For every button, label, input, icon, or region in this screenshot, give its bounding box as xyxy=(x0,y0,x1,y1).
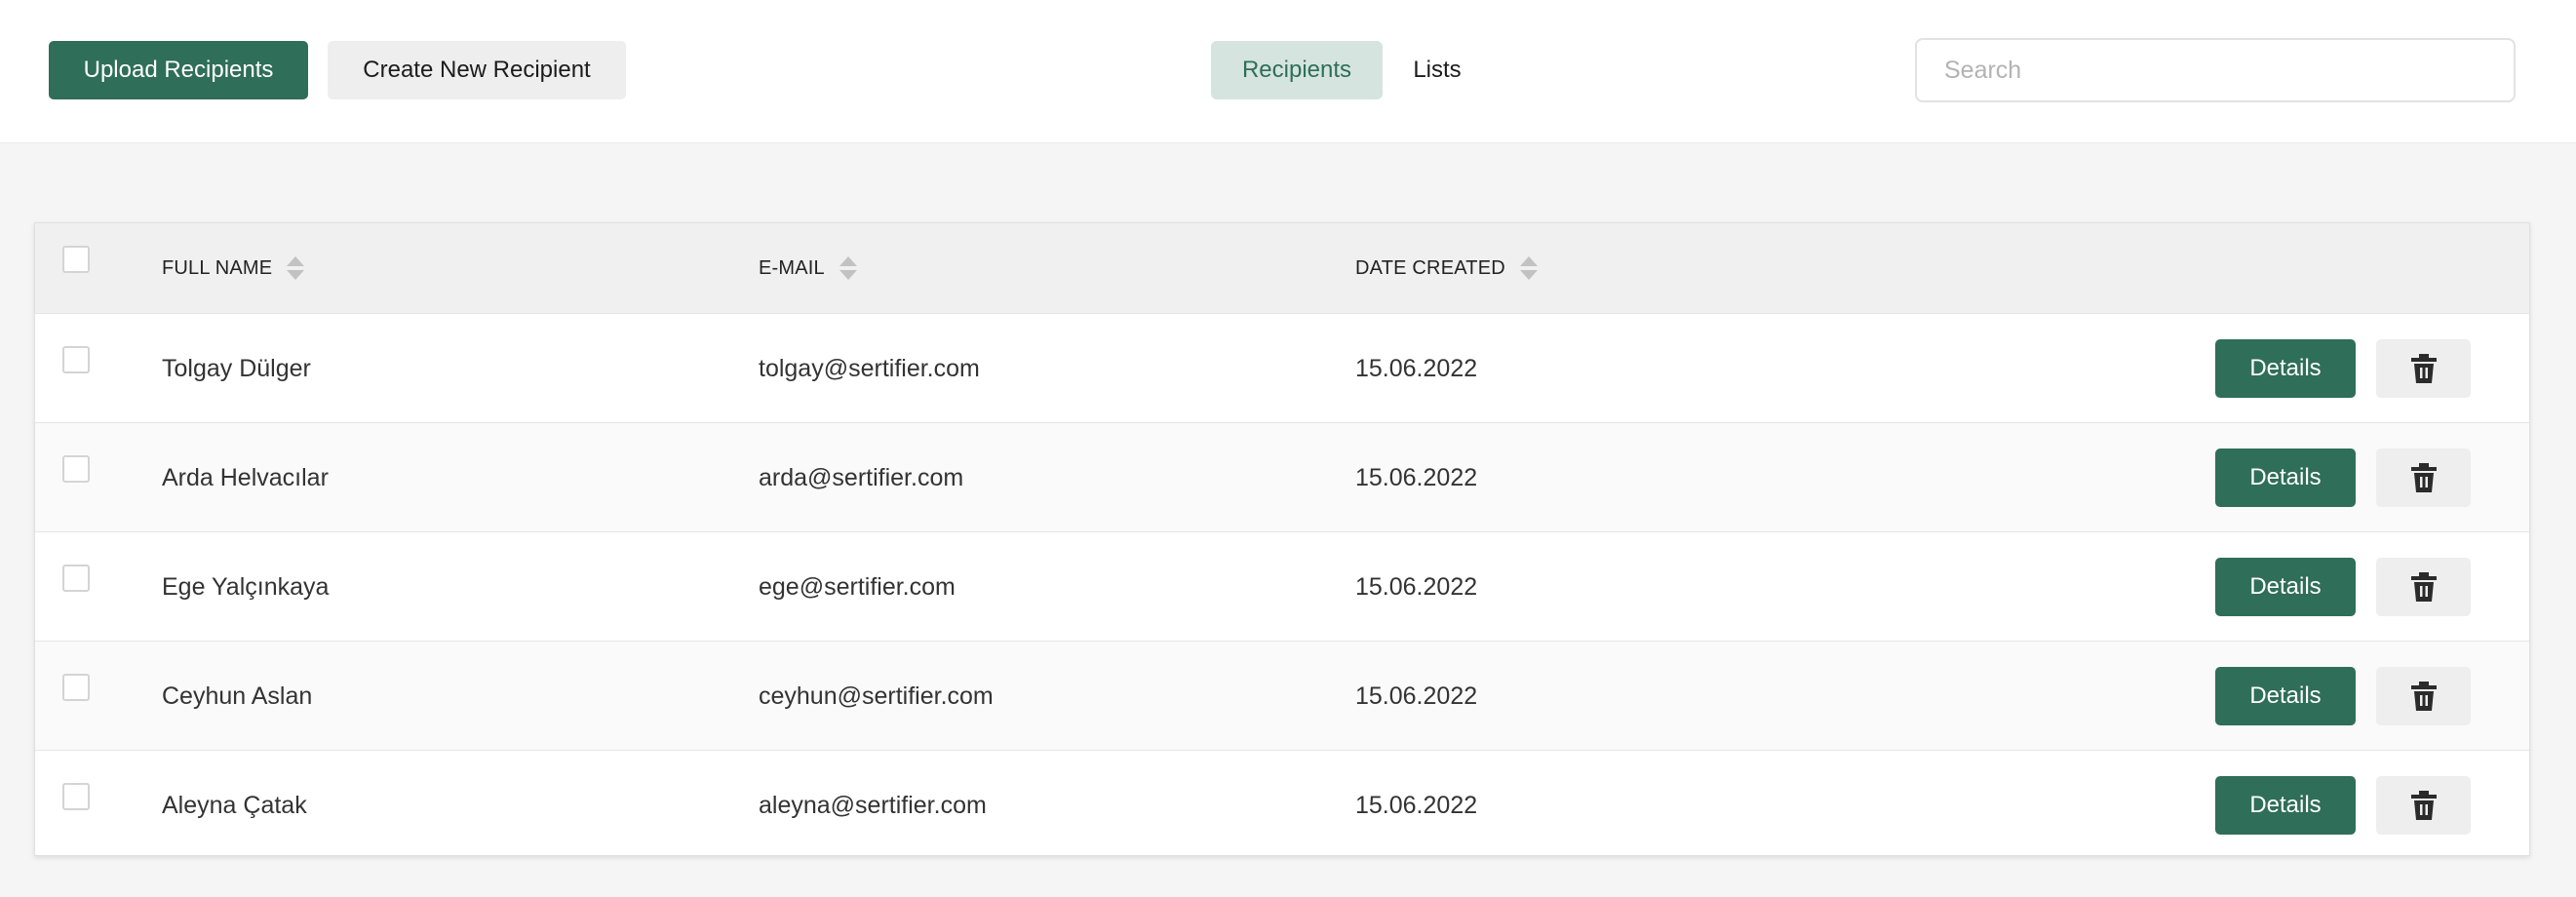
column-header-label: FULL NAME xyxy=(162,256,273,279)
recipient-name: Ceyhun Aslan xyxy=(162,682,313,710)
recipient-email: arda@sertifier.com xyxy=(759,463,964,491)
recipient-name: Arda Helvacılar xyxy=(162,463,329,491)
recipients-table: FULL NAME E-MAIL DATE CREATED Tolgay Dül… xyxy=(34,222,2530,856)
upload-recipients-button[interactable]: Upload Recipients xyxy=(49,41,308,99)
details-button[interactable]: Details xyxy=(2215,667,2356,725)
recipient-email: aleyna@sertifier.com xyxy=(759,791,987,819)
delete-button[interactable] xyxy=(2376,448,2471,507)
sort-icon[interactable] xyxy=(1519,254,1539,282)
column-header-label: DATE CREATED xyxy=(1355,256,1505,279)
sort-icon[interactable] xyxy=(839,254,858,282)
recipient-email: tolgay@sertifier.com xyxy=(759,354,980,382)
column-header-label: E-MAIL xyxy=(759,256,825,279)
details-button[interactable]: Details xyxy=(2215,339,2356,398)
recipient-name: Tolgay Dülger xyxy=(162,354,311,382)
create-new-recipient-button[interactable]: Create New Recipient xyxy=(328,41,626,99)
column-header-email[interactable]: E-MAIL xyxy=(759,223,858,313)
delete-button[interactable] xyxy=(2376,558,2471,616)
table-row: Ege Yalçınkaya ege@sertifier.com 15.06.2… xyxy=(35,531,2529,641)
recipient-date-created: 15.06.2022 xyxy=(1355,791,1478,819)
tab-recipients[interactable]: Recipients xyxy=(1211,41,1383,99)
row-checkbox[interactable] xyxy=(62,346,90,373)
trash-icon xyxy=(2410,463,2437,492)
delete-button[interactable] xyxy=(2376,339,2471,398)
row-checkbox[interactable] xyxy=(62,783,90,810)
details-button[interactable]: Details xyxy=(2215,776,2356,835)
column-header-date-created[interactable]: DATE CREATED xyxy=(1355,223,1539,313)
recipient-name: Aleyna Çatak xyxy=(162,791,307,819)
table-header: FULL NAME E-MAIL DATE CREATED xyxy=(35,223,2529,313)
recipient-date-created: 15.06.2022 xyxy=(1355,682,1478,710)
trash-icon xyxy=(2410,791,2437,820)
row-checkbox[interactable] xyxy=(62,674,90,701)
row-checkbox[interactable] xyxy=(62,455,90,483)
delete-button[interactable] xyxy=(2376,776,2471,835)
details-button[interactable]: Details xyxy=(2215,448,2356,507)
trash-icon xyxy=(2410,682,2437,711)
sort-icon[interactable] xyxy=(286,254,305,282)
recipient-date-created: 15.06.2022 xyxy=(1355,354,1478,382)
table-row: Ceyhun Aslan ceyhun@sertifier.com 15.06.… xyxy=(35,641,2529,750)
delete-button[interactable] xyxy=(2376,667,2471,725)
recipient-date-created: 15.06.2022 xyxy=(1355,572,1478,601)
column-header-full-name[interactable]: FULL NAME xyxy=(162,223,305,313)
table-row: Arda Helvacılar arda@sertifier.com 15.06… xyxy=(35,422,2529,531)
recipient-date-created: 15.06.2022 xyxy=(1355,463,1478,491)
recipient-name: Ege Yalçınkaya xyxy=(162,572,330,601)
trash-icon xyxy=(2410,572,2437,602)
top-toolbar: Upload Recipients Create New Recipient R… xyxy=(0,0,2576,143)
select-all-checkbox[interactable] xyxy=(62,246,90,273)
table-row: Aleyna Çatak aleyna@sertifier.com 15.06.… xyxy=(35,750,2529,857)
tab-lists[interactable]: Lists xyxy=(1396,41,1478,99)
row-checkbox[interactable] xyxy=(62,565,90,592)
details-button[interactable]: Details xyxy=(2215,558,2356,616)
recipient-email: ceyhun@sertifier.com xyxy=(759,682,994,710)
table-row: Tolgay Dülger tolgay@sertifier.com 15.06… xyxy=(35,313,2529,422)
recipient-email: ege@sertifier.com xyxy=(759,572,956,601)
trash-icon xyxy=(2410,354,2437,383)
search-input[interactable] xyxy=(1915,38,2516,102)
